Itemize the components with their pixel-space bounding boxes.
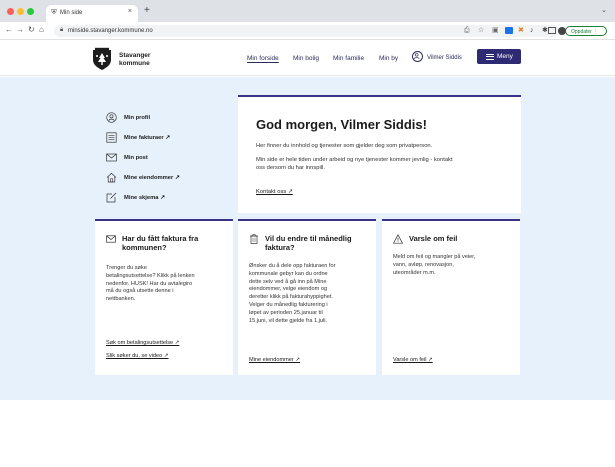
card-body-line: vann, avløp, renovasjon, (393, 261, 454, 268)
card-body-line: uteområder m.m. (393, 269, 436, 276)
card-body-line: Meld om feil og mangler på veier, (393, 254, 476, 260)
bookmark-star-icon[interactable]: ☆ (478, 27, 484, 35)
user-circle-icon (106, 112, 117, 123)
tab-search-icon[interactable]: ⌄ (601, 6, 607, 14)
info-card-report-error: Varsle om feil Meld om feil og mangler p… (382, 219, 520, 375)
menu-label: Meny (497, 53, 513, 60)
home-icon (106, 172, 117, 183)
greeting-title: God morgen, Vilmer Siddis! (256, 117, 427, 132)
user-icon[interactable] (412, 51, 423, 62)
mine-eiendommer-link[interactable]: Mine eiendommer ↗ (249, 357, 300, 363)
lock-icon: 🔒︎ (60, 27, 64, 33)
nav-min-forside[interactable]: Min forside (247, 55, 279, 62)
trash-icon (250, 234, 258, 244)
card-title-line: faktura? (265, 243, 295, 252)
extension-tools-icon[interactable]: ✖ (518, 27, 524, 35)
tab-title: Min side (60, 10, 83, 16)
url-text: minside.stavanger.kommune.no (68, 27, 153, 34)
profile-menu: Min profil Mine fakturaer ↗ Min post Min… (95, 95, 233, 213)
nav-min-bolig[interactable]: Min bolig (293, 55, 319, 62)
extension-blue-icon[interactable] (505, 27, 513, 34)
browser-toolbar: ← → ↻ ⌂ 🔒︎ minside.stavanger.kommune.no … (0, 22, 615, 40)
extension-music-icon[interactable]: ♪ (530, 27, 534, 35)
edit-form-icon (106, 192, 117, 203)
minimize-window-button[interactable] (17, 8, 24, 15)
info-card-monthly-invoice: Vil du endre til månedlig faktura? Ønske… (238, 219, 376, 375)
back-arrow-icon[interactable]: ← (5, 25, 13, 35)
card-body-line: løpet av perioden 25.januar til (249, 309, 323, 316)
mail-icon (106, 153, 117, 162)
update-browser-button[interactable]: Oppdater ⋮ (565, 26, 607, 36)
card-title: Vil du endre til månedlig faktura? (265, 234, 371, 252)
site-header: Stavanger kommune Min forside Min bolig … (0, 40, 615, 76)
close-window-button[interactable] (7, 8, 14, 15)
hamburger-icon (486, 53, 494, 60)
profile-menu-label: Min post (124, 155, 148, 161)
extensions-puzzle-icon[interactable]: ✱ (542, 27, 548, 35)
info-card-faktura: Har du fått faktura fra kommunen? Trenge… (95, 219, 233, 375)
contact-us-link[interactable]: Kontakt oss ↗ (256, 189, 293, 195)
card-body-line: Trenger du søke (106, 265, 147, 271)
site-favicon-icon: ⛨ (51, 9, 57, 16)
maximize-window-button[interactable] (27, 8, 34, 15)
card-title-line: kommunen? (122, 243, 167, 252)
nav-min-familie[interactable]: Min familie (333, 55, 364, 62)
card-title: Har du fått faktura fra kommunen? (122, 234, 228, 252)
menu-button[interactable]: Meny (477, 49, 521, 64)
greeting-paragraph-1: Her finner du innhold og tjenester som g… (256, 143, 433, 149)
nav-min-by[interactable]: Min by (379, 55, 398, 62)
brand-name[interactable]: Stavanger kommune (119, 52, 150, 68)
card-body-line: betalingsutsettelse? Klikk på lenken (106, 272, 195, 279)
card-title-line: Varsle om feil (409, 234, 458, 243)
card-body-line: deretter klikk på fakturahyppighet. (249, 294, 333, 301)
card-body: Trenger du søke betalingsutsettelse? Kli… (106, 265, 228, 304)
warning-icon (393, 234, 403, 244)
profile-menu-label: Mine skjema ↗ (124, 195, 165, 201)
profile-menu-label: Min profil (124, 115, 151, 121)
card-body: Meld om feil og mangler på veier, vann, … (393, 254, 515, 277)
greeting-paragraph-2-line-1: Min side er hele tiden under arbeid og n… (256, 157, 453, 163)
profile-menu-label: Mine eiendommer ↗ (124, 175, 180, 181)
payment-deferral-link[interactable]: Søk om betalingsutsettelse ↗ (106, 340, 179, 346)
tab-close-icon[interactable]: × (128, 8, 132, 15)
card-title-line: Har du fått faktura fra (122, 234, 199, 243)
card-body-line: Velger du månedlig fakturering i (249, 301, 328, 308)
greeting-paragraph-2-line-2: oss dersom du har innspill. (256, 165, 325, 171)
brand-line-1: Stavanger (119, 52, 151, 59)
card-title-line: Vil du endre til månedlig (265, 234, 352, 243)
profile-menu-label: Mine fakturaer ↗ (124, 135, 171, 141)
card-body-line: kommunale gebyr kan du ordne (249, 270, 328, 277)
brand-line-2: kommune (119, 60, 150, 67)
card-body-line: må du også utsette denne i (106, 288, 174, 295)
report-error-link[interactable]: Varsle om feil ↗ (393, 357, 433, 363)
sidebar-toggle-icon[interactable] (548, 27, 556, 34)
card-body-line: 15.juni, vil dette gjelde fra 1.juli. (249, 317, 328, 324)
mail-icon (106, 235, 116, 243)
card-body-line: nettbanken. (106, 296, 136, 303)
home-icon[interactable]: ⌂ (39, 25, 44, 35)
stavanger-crest-logo[interactable] (90, 47, 114, 71)
reload-icon[interactable]: ↻ (28, 25, 35, 35)
greeting-card: God morgen, Vilmer Siddis! Her finner du… (238, 95, 521, 213)
card-title: Varsle om feil (409, 234, 515, 243)
update-label: Oppdater (571, 28, 592, 35)
card-body: Ønsker du å dele opp fakturaen for kommu… (249, 263, 371, 325)
card-body-line: Ønsker du å dele opp fakturaen for (249, 263, 336, 269)
new-tab-button[interactable]: + (144, 5, 150, 17)
invoice-icon (106, 132, 117, 143)
user-silhouette-icon (413, 53, 420, 60)
browser-tab[interactable]: ⛨ Min side × (46, 5, 138, 22)
address-bar[interactable]: 🔒︎ minside.stavanger.kommune.no ⎙ ☆ ▣ ✖ … (54, 25, 559, 37)
video-guide-link[interactable]: Slik søker du, se video ↗ (106, 353, 169, 359)
card-body-line: dette selv ved å gå inn på Mine (249, 278, 327, 285)
extension-box-icon[interactable]: ▣ (492, 27, 499, 35)
share-icon[interactable]: ⎙ (464, 27, 470, 35)
forward-arrow-icon[interactable]: → (16, 25, 24, 35)
browser-tab-bar: ⛨ Min side × + ⌄ (0, 0, 615, 22)
user-name[interactable]: Vilmer Siddis (427, 55, 462, 61)
